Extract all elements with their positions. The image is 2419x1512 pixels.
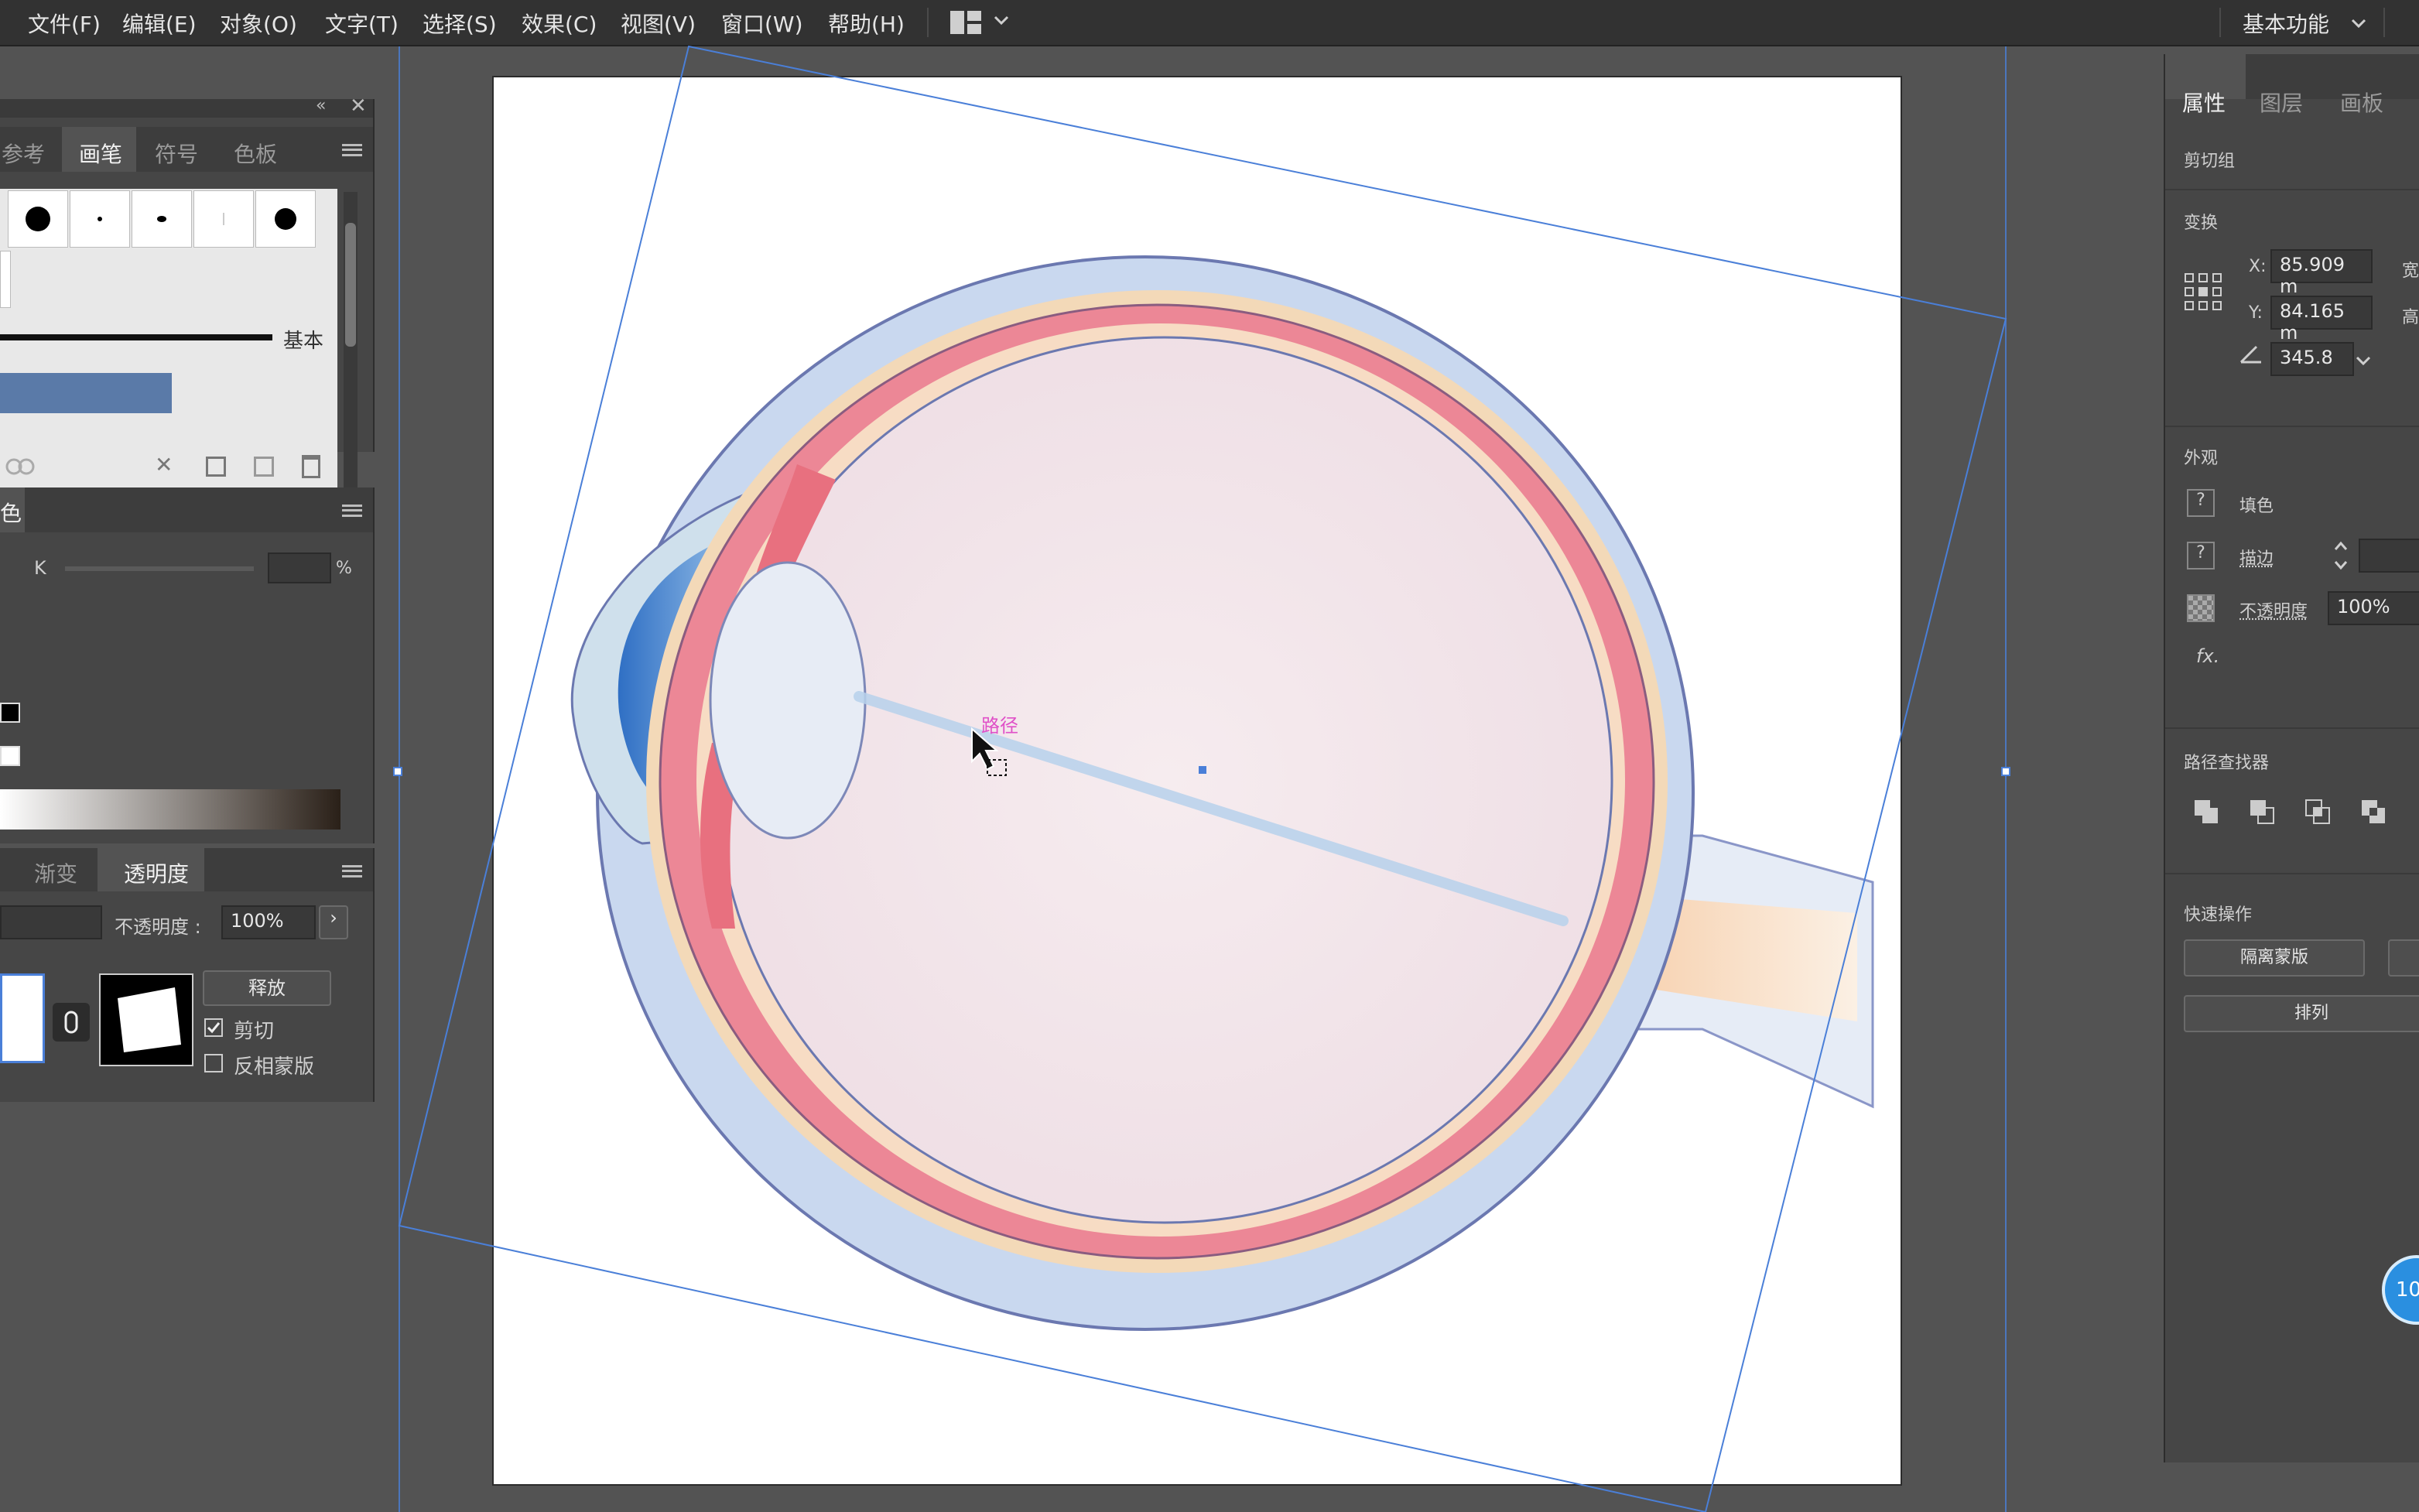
- mask-thumbnail[interactable]: [99, 973, 193, 1066]
- brush-library-icon[interactable]: [5, 455, 39, 478]
- panel-menu-icon[interactable]: [342, 505, 362, 517]
- opacity-checker-icon: [2187, 594, 2215, 622]
- k-slider[interactable]: [65, 566, 254, 571]
- collapse-icon[interactable]: «: [316, 96, 326, 115]
- tab-properties[interactable]: 属性: [2182, 87, 2226, 118]
- fill-label[interactable]: 填色: [2239, 492, 2274, 517]
- exclude-icon[interactable]: [2360, 799, 2386, 825]
- percent-label: %: [336, 559, 352, 578]
- stroke-weight-field[interactable]: [2359, 539, 2419, 573]
- invert-mask-checkbox[interactable]: [204, 1054, 223, 1072]
- angle-field[interactable]: 345.8: [2270, 342, 2354, 376]
- divider: [2165, 426, 2419, 427]
- panel-menu-icon[interactable]: [342, 144, 362, 156]
- tab-reference[interactable]: 参考: [2, 138, 45, 169]
- appearance-section-title: 外观: [2184, 444, 2218, 469]
- selection-handle: [394, 768, 402, 775]
- height-label: 高: [2402, 303, 2419, 328]
- opacity-expand-button[interactable]: ›: [319, 905, 348, 939]
- options-icon[interactable]: [206, 457, 226, 477]
- transparency-panel: 渐变 透明度 不透明度 : 100% › 释放 剪切 反相蒙版: [0, 848, 375, 1102]
- tab-bar: [0, 487, 373, 532]
- basic-brush-label: 基本: [283, 325, 323, 354]
- y-label: Y:: [2249, 303, 2263, 323]
- opacity-label: 不透明度 :: [115, 912, 201, 939]
- brush-swatch[interactable]: [132, 190, 192, 248]
- k-slider-label: K: [34, 557, 46, 579]
- floating-badge[interactable]: 102: [2382, 1255, 2419, 1325]
- trash-icon[interactable]: [302, 455, 320, 478]
- transform-section-title: 变换: [2184, 209, 2218, 234]
- opacity-field[interactable]: 100%: [2328, 591, 2419, 625]
- stroke-swatch[interactable]: [0, 746, 20, 766]
- close-icon[interactable]: ✕: [350, 94, 367, 118]
- minus-front-icon[interactable]: [2249, 799, 2275, 825]
- blend-mode-select[interactable]: [0, 905, 102, 939]
- width-label: 宽: [2402, 257, 2419, 282]
- invert-mask-label: 反相蒙版: [234, 1051, 314, 1079]
- color-spectrum[interactable]: [0, 789, 340, 830]
- stroke-stepper-icon[interactable]: [2332, 539, 2349, 573]
- tab-gradient[interactable]: 渐变: [34, 857, 77, 888]
- brush-swatch[interactable]: [0, 251, 11, 308]
- selection-handle: [2002, 768, 2010, 775]
- tab-symbols[interactable]: 符号: [155, 138, 198, 169]
- new-brush-icon[interactable]: [254, 457, 274, 477]
- y-field[interactable]: 84.165 m: [2270, 296, 2373, 330]
- fx-icon[interactable]: fx.: [2196, 645, 2219, 667]
- pattern-brush[interactable]: [0, 373, 172, 413]
- tab-layers[interactable]: 图层: [2260, 87, 2303, 118]
- reference-point-icon[interactable]: [2184, 272, 2222, 311]
- color-panel: 色 K %: [0, 487, 375, 843]
- secondary-action-button[interactable]: [2388, 939, 2419, 977]
- properties-panel: 属性 图层 画板 剪切组 变换 X: 85.909 m 宽 Y: 84.165 …: [2164, 54, 2419, 1462]
- brush-panel: « ✕ 参考 画笔 符号 色板 基本 ✕: [0, 99, 375, 452]
- clip-checkbox[interactable]: [204, 1018, 223, 1037]
- tab-artboards[interactable]: 画板: [2340, 87, 2383, 118]
- fill-unknown-icon[interactable]: ?: [2187, 489, 2215, 517]
- object-type-label: 剪切组: [2184, 147, 2235, 172]
- clip-label: 剪切: [234, 1015, 274, 1044]
- fill-swatch[interactable]: [0, 703, 20, 723]
- chevron-down-icon[interactable]: [2356, 354, 2371, 369]
- scrollbar-thumb[interactable]: [345, 223, 356, 347]
- k-value-field[interactable]: [268, 552, 331, 583]
- remove-stroke-icon[interactable]: ✕: [155, 452, 173, 477]
- release-button[interactable]: 释放: [203, 970, 331, 1006]
- arrange-button[interactable]: 排列: [2184, 995, 2419, 1032]
- brush-swatch[interactable]: [255, 190, 316, 248]
- brush-swatch[interactable]: [70, 190, 130, 248]
- x-field[interactable]: 85.909 m: [2270, 249, 2373, 283]
- tab-swatches[interactable]: 色板: [234, 138, 277, 169]
- divider: [2165, 189, 2419, 190]
- hover-path-label: 路径: [981, 710, 1018, 737]
- pathfinder-section-title: 路径查找器: [2184, 749, 2269, 774]
- opacity-label[interactable]: 不透明度: [2239, 597, 2308, 622]
- panel-menu-icon[interactable]: [342, 865, 362, 877]
- center-point: [1199, 766, 1206, 774]
- stroke-label[interactable]: 描边: [2239, 545, 2274, 570]
- x-label: X:: [2249, 257, 2266, 276]
- stroke-unknown-icon[interactable]: ?: [2187, 542, 2215, 570]
- lens: [710, 563, 865, 838]
- object-thumbnail[interactable]: [0, 973, 45, 1063]
- divider: [2165, 873, 2419, 874]
- divider: [2165, 727, 2419, 729]
- tab-color[interactable]: 色: [0, 497, 22, 528]
- brush-swatch[interactable]: [8, 190, 68, 248]
- opacity-field[interactable]: 100%: [221, 905, 316, 939]
- tab-brushes[interactable]: 画笔: [79, 138, 122, 169]
- angle-icon: [2239, 342, 2263, 365]
- unite-icon[interactable]: [2193, 799, 2219, 825]
- link-icon[interactable]: [53, 1003, 90, 1042]
- basic-brush-stroke[interactable]: [0, 334, 272, 340]
- tab-transparency[interactable]: 透明度: [124, 857, 189, 888]
- brush-swatch[interactable]: [193, 190, 254, 248]
- quick-actions-section-title: 快速操作: [2184, 901, 2252, 925]
- isolate-mask-button[interactable]: 隔离蒙版: [2184, 939, 2365, 977]
- intersect-icon[interactable]: [2304, 799, 2331, 825]
